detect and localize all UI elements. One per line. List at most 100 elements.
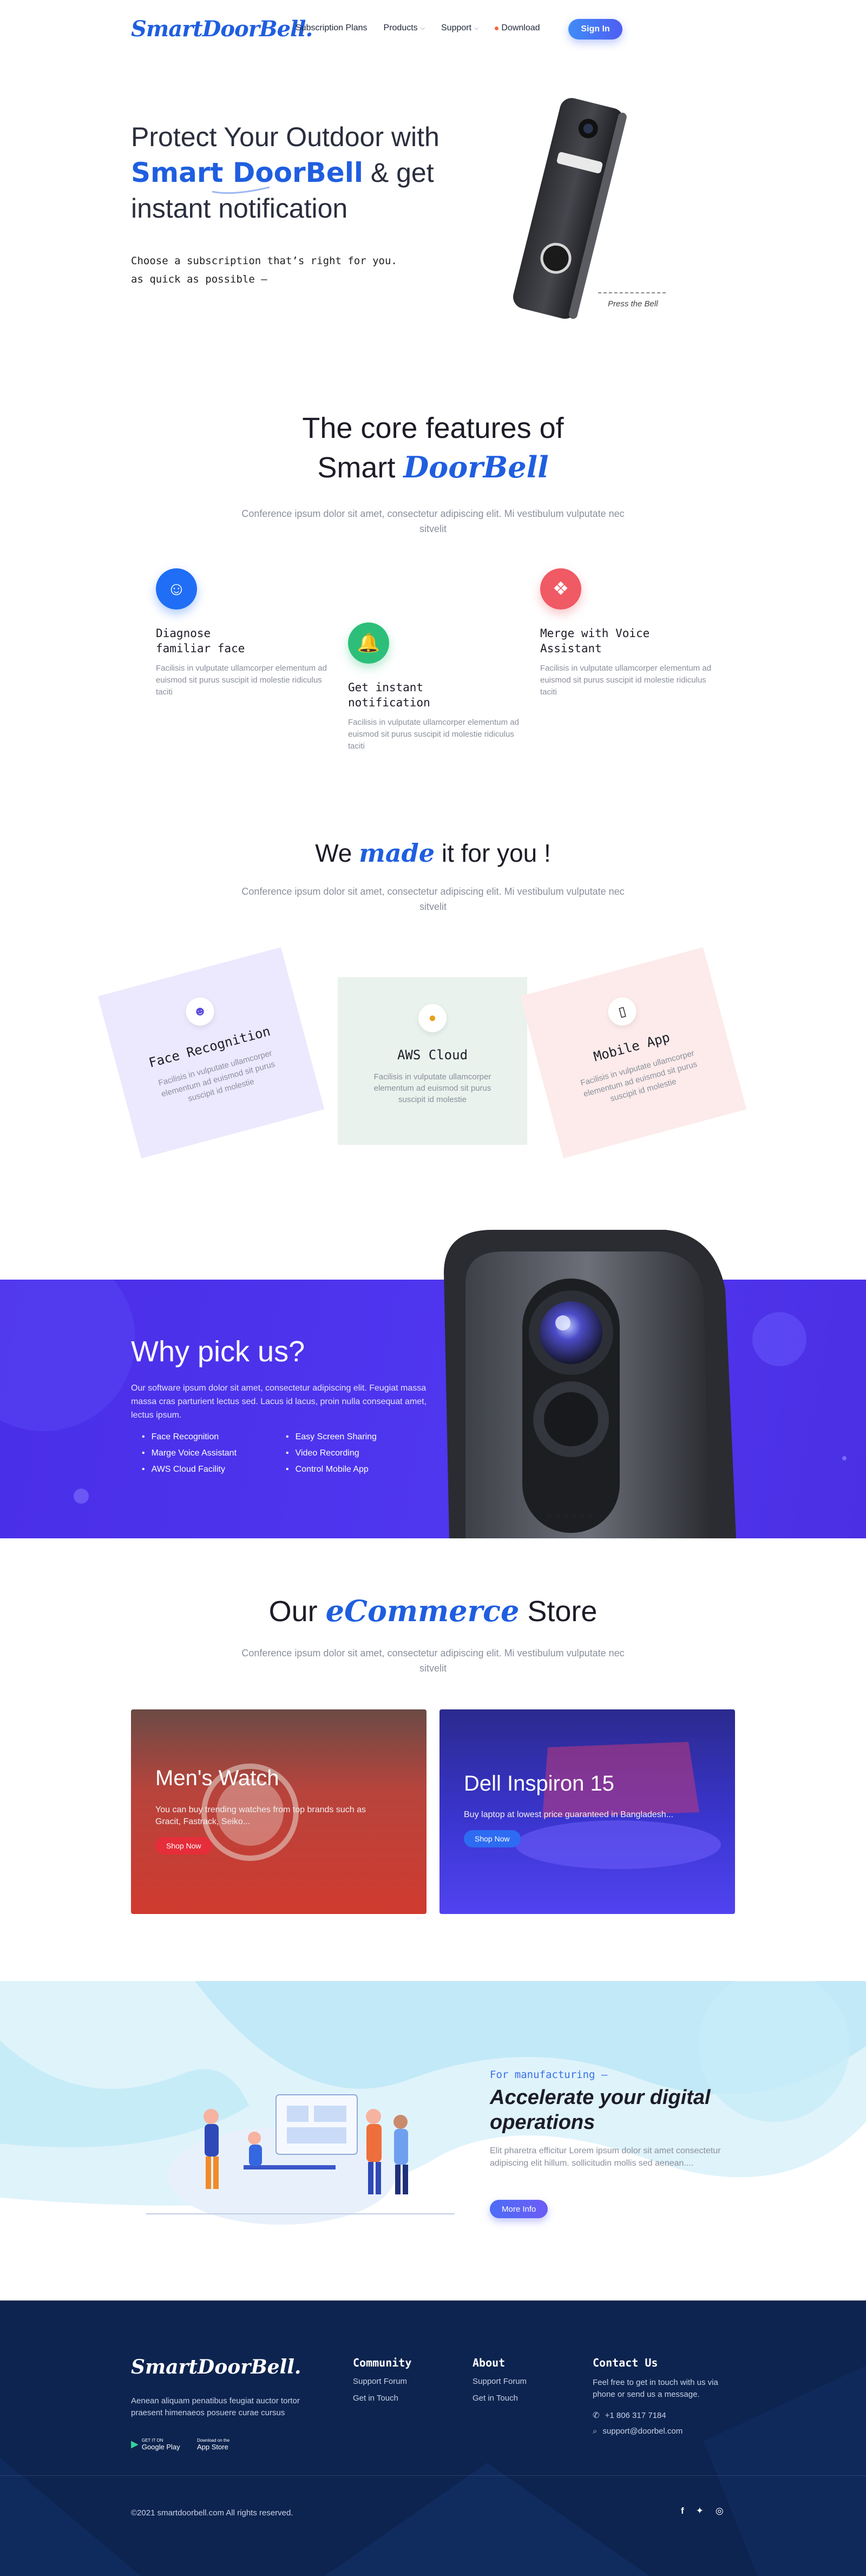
google-play-badge[interactable]: ▶ GET IT ON Google Play (131, 2436, 180, 2452)
core-features-title: The core features of Smart DoorBell (0, 409, 866, 487)
hero-subtitle-line1: Choose a subscription that’s right for y… (131, 255, 397, 267)
footer-column-title: Contact Us (593, 2356, 658, 2369)
sign-in-button[interactable]: Sign In (568, 19, 622, 40)
notification-bell-icon: 🔔 (348, 622, 389, 664)
badge-text: Google Play (141, 2443, 180, 2451)
core-title-smart: Smart (317, 451, 404, 484)
nav-download[interactable]: Download (495, 23, 540, 33)
footer-phone[interactable]: ✆ +1 806 317 7184 (593, 2410, 739, 2421)
why-list-right: Easy Screen Sharing Video Recording Cont… (286, 1429, 377, 1478)
store-title-b: Store (519, 1595, 598, 1628)
nav-link-label: Subscription Plans (296, 23, 368, 32)
card-text: Facilisis in vulputate ullamcorper eleme… (373, 1072, 491, 1104)
feature-text: Facilisis in vulputate ullamcorper eleme… (348, 718, 519, 751)
card-mobile-app[interactable]: ▯ Mobile App Facilisis in vulputate ulla… (520, 947, 747, 1159)
footer-link-get-in-touch[interactable]: Get in Touch (473, 2394, 527, 2403)
nav-products[interactable]: Products ⌵ (384, 23, 425, 33)
app-store-label: Download on the App Store (197, 2437, 229, 2450)
site-logo[interactable]: SmartDoorBell. (131, 16, 313, 42)
footer-column-title: Community (353, 2356, 412, 2369)
feature-instant-notification: 🔔 Get instant notification Facilisis in v… (348, 622, 521, 752)
footer-about-text: Aenean aliquam penatibus feugiat auctor … (131, 2396, 300, 2417)
nav-link-label: Download (501, 23, 540, 32)
card-face-recognition[interactable]: ☻ Face Recognition Facilisis in vulputat… (97, 947, 325, 1159)
card-text: Facilisis in vulputate ullamcorper eleme… (579, 1048, 698, 1104)
more-info-button[interactable]: More Info (490, 2200, 548, 2218)
smiley-face-icon: ☺ (156, 568, 197, 609)
store-card-title: Dell Inspiron 15 (464, 1772, 614, 1795)
store-card-mens-watch[interactable]: Men's Watch You can buy trending watches… (131, 1709, 427, 1914)
nav-support[interactable]: Support ⌵ (441, 23, 478, 33)
footer-logo[interactable]: SmartDoorBell. (131, 2356, 301, 2378)
google-play-label: GET IT ON Google Play (142, 2437, 180, 2450)
feature-text: Facilisis in vulputate ullamcorper eleme… (156, 664, 327, 697)
store-card-text: Buy laptop at lowest price guaranteed in… (464, 1810, 673, 1819)
why-pick-us-title: Why pick us? (131, 1335, 305, 1368)
footer-email[interactable]: ⌕ support@doorbel.com (593, 2427, 739, 2436)
feature-title: Merge with Voice Assistant (540, 626, 713, 656)
feature-title-a: Merge with Voice (540, 627, 650, 640)
card-aws-cloud[interactable]: ● AWS Cloud Facilisis in vulputate ullam… (338, 977, 527, 1145)
hero-subtitle: Choose a subscription that’s right for y… (131, 252, 445, 289)
shop-now-button[interactable]: Shop Now (464, 1830, 521, 1847)
feature-title-b: Assistant (540, 642, 602, 655)
footer-link-support-forum[interactable]: Support Forum (353, 2377, 411, 2386)
press-bell-label: Press the Bell (608, 299, 658, 309)
social-links: f ✦ ◎ (681, 2506, 724, 2516)
store-card-dell-inspiron[interactable]: Dell Inspiron 15 Buy laptop at lowest pr… (439, 1709, 735, 1914)
core-features-description: Conference ipsum dolor sit amet, consect… (241, 508, 625, 534)
why-pick-us-text: Our software ipsum dolor sit amet, conse… (131, 1384, 427, 1420)
manufacturing-title: Accelerate your digital operations (490, 2086, 711, 2134)
doorbell-product-image (513, 98, 627, 319)
hero-subtitle-line2: as quick as possible — (131, 273, 267, 285)
shop-now-button[interactable]: Shop Now (155, 1837, 212, 1854)
why-list-left: Face Recognition Marge Voice Assistant A… (142, 1429, 237, 1478)
cloud-coin-icon: ● (418, 1004, 447, 1032)
copyright-text: ©2021 smartdoorbell.com All rights reser… (131, 2508, 293, 2518)
store-card-text: You can buy trending watches from top br… (155, 1805, 366, 1826)
feature-text: Facilisis in vulputate ullamcorper eleme… (540, 664, 711, 697)
store-title-a: Our (268, 1595, 326, 1628)
doorbell-closeup-image (444, 1230, 736, 1538)
hero-title: Protect Your Outdoor with Smart DoorBell… (131, 119, 467, 226)
download-dot-icon (495, 26, 499, 30)
instagram-icon[interactable]: ◎ (716, 2506, 724, 2516)
team-illustration (146, 2094, 455, 2225)
email-address: support@doorbel.com (602, 2427, 683, 2436)
footer-link-get-in-touch[interactable]: Get in Touch (353, 2394, 411, 2403)
footer-column-title: About (473, 2356, 506, 2369)
store-description: Conference ipsum dolor sit amet, consect… (241, 1648, 625, 1674)
why-list-item: Marge Voice Assistant (142, 1445, 237, 1461)
feature-title-b: familiar face (156, 642, 245, 655)
press-bell-pointer-line (598, 292, 666, 293)
manufacturing-tag: For manufacturing — (490, 2069, 608, 2081)
phone-number: +1 806 317 7184 (605, 2410, 666, 2420)
made-title-script: made (359, 838, 435, 868)
twitter-icon[interactable]: ✦ (696, 2506, 704, 2516)
nav-link-label: Support (441, 23, 472, 32)
chevron-down-icon: ⌵ (474, 24, 479, 31)
feature-title-a: Diagnose (156, 627, 211, 640)
made-for-you-title: We made it for you ! (0, 834, 866, 873)
mobile-phone-icon: ▯ (605, 994, 640, 1029)
footer-link-support-forum[interactable]: Support Forum (473, 2377, 527, 2386)
card-title: AWS Cloud (397, 1047, 468, 1063)
feature-title: Get instant notification (348, 680, 521, 710)
core-title-script: DoorBell (403, 450, 549, 484)
hero-title-line3: instant notification (131, 193, 348, 224)
nav-subscription-plans[interactable]: Subscription Plans (296, 23, 368, 33)
footer (0, 2300, 866, 2576)
manufacturing-text: Elit pharetra efficitur Lorem ipsum dolo… (490, 2146, 721, 2168)
store-card-title: Men's Watch (155, 1766, 279, 1790)
why-list-item: Video Recording (286, 1445, 377, 1461)
nav-link-label: Products (383, 23, 418, 32)
footer-community-column: Community Support Forum Get in Touch (353, 2356, 411, 2403)
why-list-item: Control Mobile App (286, 1461, 377, 1478)
badge-text: App Store (197, 2443, 228, 2451)
footer-pattern (0, 2365, 866, 2576)
footer-divider (0, 2475, 866, 2476)
app-store-badge[interactable]: Download on the App Store (194, 2436, 229, 2452)
nav-links: Subscription Plans Products ⌵ Support ⌵ Do… (296, 23, 540, 33)
feature-diagnose-face: ☺ Diagnose familiar face Facilisis in vul… (156, 568, 329, 698)
facebook-icon[interactable]: f (681, 2506, 684, 2516)
